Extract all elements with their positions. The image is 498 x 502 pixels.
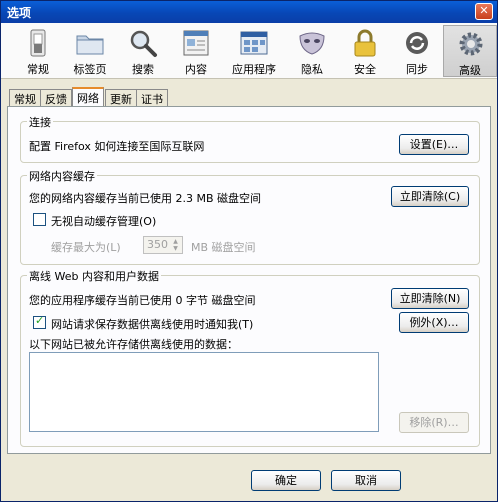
remove-site-button[interactable]: 移除(R)… [399,412,469,433]
clear-offline-button[interactable]: 立即清除(N) [391,288,469,309]
options-toolbar: 常规 标签页 搜索 内容 应用程序 隐私 安全 同步 高级 [1,23,497,79]
mask-icon [299,32,325,55]
offline-group: 离线 Web 内容和用户数据 您的应用程序缓存当前已使用 0 字节 磁盘空间 立… [20,268,480,447]
toolbar-label: 安全 [354,63,376,76]
tab-network[interactable]: 网络 [72,87,104,106]
exceptions-button[interactable]: 例外(X)… [399,312,469,333]
applications-icon [240,31,268,55]
toolbar-label: 内容 [185,63,207,76]
spinner-arrows-icon[interactable]: ▲ ▼ [170,238,181,252]
tab-general[interactable]: 常规 [9,89,41,106]
cache-limit-value: 350 [147,238,168,251]
toolbar-item-tabs[interactable]: 标签页 [63,25,117,77]
allowed-sites-list[interactable] [29,352,379,432]
cache-group: 网络内容缓存 您的网络内容缓存当前已使用 2.3 MB 磁盘空间 立即清除(C)… [20,168,480,265]
toolbar-item-security[interactable]: 安全 [338,25,392,77]
override-cache-checkbox[interactable] [33,213,46,226]
offline-legend: 离线 Web 内容和用户数据 [27,268,161,284]
cache-limit-spinner[interactable]: 350 ▲ ▼ [143,236,183,254]
connection-settings-button[interactable]: 设置(E)… [399,134,469,155]
options-window: 选项 ✕ 常规 标签页 搜索 内容 应用程序 隐私 安全 同步 高级 常规 反馈… [0,0,498,502]
toolbar-label: 同步 [406,63,428,76]
notify-offline-checkbox[interactable] [33,314,46,329]
sync-icon [406,32,428,54]
connection-group: 连接 配置 Firefox 如何连接至国际互联网 设置(E)… [20,114,480,163]
toolbar-item-content[interactable]: 内容 [169,25,223,77]
title-bar[interactable]: 选项 ✕ [1,1,497,23]
close-icon[interactable]: ✕ [475,3,493,20]
cache-limit-unit: MB 磁盘空间 [191,241,256,254]
toolbar-item-applications[interactable]: 应用程序 [223,25,285,77]
lock-icon [354,29,376,57]
notify-offline-label: 网站请求保存数据供离线使用时通知我(T) [51,318,254,331]
tab-feedback[interactable]: 反馈 [40,89,72,106]
toolbar-item-privacy[interactable]: 隐私 [285,25,339,77]
magnifier-icon [130,30,157,57]
content-icon [183,30,209,56]
switch-icon [30,29,46,57]
connection-description: 配置 Firefox 如何连接至国际互联网 [29,140,205,153]
toolbar-item-search[interactable]: 搜索 [116,25,170,77]
ok-button[interactable]: 确定 [251,470,321,491]
cancel-button[interactable]: 取消 [331,470,401,491]
folder-icon [76,35,104,55]
toolbar-label: 标签页 [73,63,107,76]
tab-certificates[interactable]: 证书 [136,89,168,106]
window-title: 选项 [7,6,32,20]
clear-cache-button[interactable]: 立即清除(C) [391,186,469,207]
override-cache-label: 无视自动缓存管理(O) [51,215,157,228]
toolbar-item-sync[interactable]: 同步 [390,25,444,77]
allowed-sites-label: 以下网站已被允许存储供离线使用的数据： [29,338,238,351]
toolbar-label: 搜索 [132,63,154,76]
toolbar-label: 隐私 [301,63,323,76]
toolbar-label: 高级 [459,64,481,77]
toolbar-item-general[interactable]: 常规 [11,25,65,77]
network-panel: 连接 配置 Firefox 如何连接至国际互联网 设置(E)… 网络内容缓存 您… [7,106,491,454]
tab-update[interactable]: 更新 [105,89,137,106]
cache-usage-text: 您的网络内容缓存当前已使用 2.3 MB 磁盘空间 [29,192,262,205]
toolbar-item-advanced[interactable]: 高级 [443,25,497,77]
toolbar-label: 应用程序 [232,63,276,76]
cache-limit-label: 缓存最大为(L) [51,241,121,254]
connection-legend: 连接 [27,114,53,130]
cache-legend: 网络内容缓存 [27,168,97,184]
toolbar-label: 常规 [27,63,49,76]
offline-usage-text: 您的应用程序缓存当前已使用 0 字节 磁盘空间 [29,294,256,307]
gear-icon [459,32,483,56]
